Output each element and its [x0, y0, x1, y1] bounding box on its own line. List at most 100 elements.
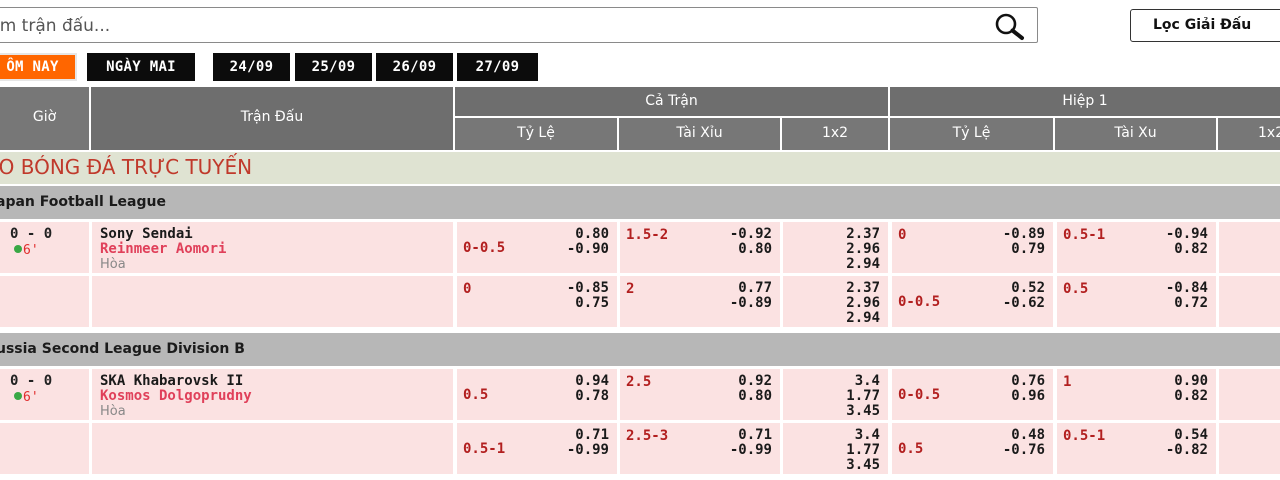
match-teams-cell[interactable]: Sony Sendai Reinmeer Aomori Hòa	[92, 222, 453, 273]
h1-1x2-cell[interactable]	[1219, 423, 1280, 474]
header-ft-handicap-label: Tỷ Lệ	[517, 125, 555, 141]
odds-value[interactable]: 0.80	[738, 389, 772, 404]
odds-value[interactable]: 0.94	[575, 374, 609, 389]
h1-1x2-cell[interactable]	[1219, 369, 1280, 420]
odds-value[interactable]: 0.96	[1011, 389, 1045, 404]
odds-value[interactable]: 0.79	[1003, 242, 1045, 257]
odds-value[interactable]: 2.96	[846, 296, 880, 311]
odds-value[interactable]: -0.85	[567, 281, 609, 296]
ft-1x2-cell[interactable]: 3.4 1.77 3.45	[783, 369, 888, 420]
odds-value[interactable]: 0.80	[567, 227, 609, 242]
odds-value[interactable]: 0.71	[567, 428, 609, 443]
header-h1-over-under: Tài Xu	[1055, 118, 1216, 150]
header-half1: Hiệp 1	[890, 87, 1280, 116]
odds-value[interactable]: 0.71	[730, 428, 772, 443]
odds-value[interactable]: 2.94	[846, 257, 880, 272]
odds-value[interactable]: 2.96	[846, 242, 880, 257]
match-time-cell: 0 - 0 6'	[0, 369, 89, 420]
ft-over-under-cell[interactable]: 2.5-3 0.71 -0.99	[620, 423, 780, 474]
ft-over-under-cell[interactable]: 1.5-2 -0.92 0.80	[620, 222, 780, 273]
h1-handicap-cell[interactable]: 0.5 0.48 -0.76	[892, 423, 1053, 474]
home-team: SKA Khabarovsk II	[100, 373, 244, 389]
ft-1x2-cell[interactable]: 2.37 2.96 2.94	[783, 222, 888, 273]
search-icon[interactable]	[991, 11, 1029, 41]
odds-value[interactable]: -0.92	[730, 227, 772, 242]
total-line: 2.5-3	[626, 428, 669, 444]
h1-handicap-cell[interactable]: 0 -0.89 0.79	[892, 222, 1053, 273]
away-team: Reinmeer Aomori	[100, 241, 227, 257]
odds-value[interactable]: 0.52	[1003, 281, 1045, 296]
header-full-match-label: Cả Trận	[645, 93, 698, 109]
league-filter-button[interactable]: Lọc Giải Đấu	[1130, 9, 1280, 42]
odds-value[interactable]: 0.82	[1174, 389, 1208, 404]
odds-value[interactable]: 0.82	[1166, 242, 1208, 257]
odds-value[interactable]: 0.76	[1011, 374, 1045, 389]
ft-handicap-cell[interactable]: 0-0.5 0.80 -0.90	[457, 222, 617, 273]
header-full-match: Cả Trận	[455, 87, 888, 116]
tab-today[interactable]: ÔM NAY	[0, 53, 77, 81]
ft-1x2-cell[interactable]: 2.37 2.96 2.94	[783, 276, 888, 327]
league-name: ussia Second League Division B	[0, 341, 245, 357]
h1-over-under-cell[interactable]: 1 0.90 0.82	[1057, 369, 1216, 420]
ft-over-under-cell[interactable]: 2.5 0.92 0.80	[620, 369, 780, 420]
odds-value[interactable]: -0.90	[567, 242, 609, 257]
odds-value[interactable]: 3.4	[846, 374, 880, 389]
tab-date-2709[interactable]: 27/09	[457, 53, 538, 81]
odds-value[interactable]: 0.90	[1174, 374, 1208, 389]
odds-value[interactable]: -0.99	[567, 443, 609, 458]
odds-value[interactable]: 3.45	[846, 458, 880, 473]
odds-value[interactable]: -0.84	[1166, 281, 1208, 296]
ft-over-under-cell[interactable]: 2 0.77 -0.89	[620, 276, 780, 327]
tab-date-2509[interactable]: 25/09	[295, 53, 372, 81]
total-line: 1.5-2	[626, 227, 669, 243]
tab-tomorrow[interactable]: NGÀY MAI	[87, 53, 195, 81]
ft-handicap-cell[interactable]: 0.5-1 0.71 -0.99	[457, 423, 617, 474]
odds-value[interactable]: 0.92	[738, 374, 772, 389]
ft-1x2-cell[interactable]: 3.4 1.77 3.45	[783, 423, 888, 474]
odds-value[interactable]: 0.80	[730, 242, 772, 257]
h1-1x2-cell[interactable]	[1219, 222, 1280, 273]
h1-over-under-cell[interactable]: 0.5-1 -0.94 0.82	[1057, 222, 1216, 273]
odds-value[interactable]: -0.99	[730, 443, 772, 458]
odds-value[interactable]: 1.77	[846, 389, 880, 404]
ft-handicap-cell[interactable]: 0.5 0.94 0.78	[457, 369, 617, 420]
odds-value[interactable]: 0.72	[1166, 296, 1208, 311]
odds-value[interactable]: 2.94	[846, 311, 880, 326]
odds-value[interactable]: 0.54	[1166, 428, 1208, 443]
odds-value[interactable]: 0.78	[575, 389, 609, 404]
odds-value[interactable]: -0.82	[1166, 443, 1208, 458]
search-input[interactable]	[0, 8, 977, 44]
h1-1x2-cell[interactable]	[1219, 276, 1280, 327]
odds-value[interactable]: -0.89	[1003, 227, 1045, 242]
h1-handicap-cell[interactable]: 0-0.5 0.76 0.96	[892, 369, 1053, 420]
search-box	[0, 7, 1038, 44]
odds-value[interactable]: 0.77	[730, 281, 772, 296]
odds-value[interactable]: 2.37	[846, 227, 880, 242]
odds-value[interactable]: -0.62	[1003, 296, 1045, 311]
odds-value[interactable]: 0.75	[567, 296, 609, 311]
odds-value[interactable]: 1.77	[846, 443, 880, 458]
home-team: Sony Sendai	[100, 226, 193, 242]
league-header[interactable]: apan Football League	[0, 186, 1280, 219]
odds-value[interactable]: 0.48	[1003, 428, 1045, 443]
match-teams-cell[interactable]: SKA Khabarovsk II Kosmos Dolgoprudny Hòa	[92, 369, 453, 420]
h1-over-under-cell[interactable]: 0.5 -0.84 0.72	[1057, 276, 1216, 327]
odds-value[interactable]: -0.76	[1003, 443, 1045, 458]
total-line: 0.5-1	[1063, 227, 1106, 243]
handicap-line: 0	[898, 227, 907, 243]
tab-date-2609[interactable]: 26/09	[376, 53, 453, 81]
odds-value[interactable]: -0.94	[1166, 227, 1208, 242]
match-teams-cell	[92, 276, 453, 327]
tab-date-2409[interactable]: 24/09	[213, 53, 290, 81]
total-line: 2	[626, 281, 635, 297]
odds-value[interactable]: 3.4	[846, 428, 880, 443]
h1-handicap-cell[interactable]: 0-0.5 0.52 -0.62	[892, 276, 1053, 327]
ft-handicap-cell[interactable]: 0 -0.85 0.75	[457, 276, 617, 327]
handicap-line: 0	[463, 281, 472, 297]
odds-value[interactable]: 2.37	[846, 281, 880, 296]
odds-value[interactable]: 3.45	[846, 404, 880, 419]
league-header[interactable]: ussia Second League Division B	[0, 333, 1280, 366]
h1-over-under-cell[interactable]: 0.5-1 0.54 -0.82	[1057, 423, 1216, 474]
odds-value[interactable]: -0.89	[730, 296, 772, 311]
live-icon	[14, 245, 22, 253]
